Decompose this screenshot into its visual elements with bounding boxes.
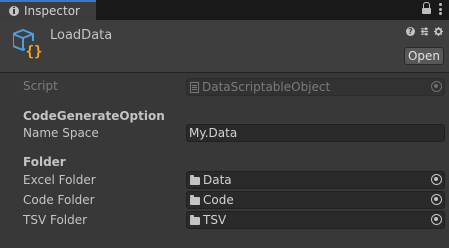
object-picker-icon [431, 81, 442, 92]
svg-text:{}: {} [26, 44, 43, 60]
name-space-input[interactable]: My.Data [186, 124, 445, 142]
section-code-generate-option: CodeGenerateOption [23, 109, 165, 123]
tab-inspector[interactable]: Inspector [0, 0, 96, 20]
tab-actions [422, 2, 443, 16]
name-space-value: My.Data [189, 126, 238, 140]
info-icon [9, 6, 19, 16]
excel-folder-label: Excel Folder [23, 173, 96, 187]
excel-folder-field[interactable]: Data [186, 171, 445, 189]
inspector-header: {} LoadData ? Open [0, 20, 449, 72]
folder-icon [190, 194, 200, 205]
more-icon[interactable] [439, 2, 443, 16]
object-picker-icon[interactable] [431, 194, 442, 205]
tab-bar: Inspector [0, 0, 449, 20]
name-space-label: Name Space [23, 126, 99, 140]
lock-icon[interactable] [422, 2, 431, 15]
header-actions: ? [406, 27, 443, 36]
open-button[interactable]: Open [404, 47, 444, 65]
code-folder-label: Code Folder [23, 193, 95, 207]
code-folder-field[interactable]: Code [186, 191, 445, 209]
script-icon [190, 81, 199, 93]
asset-name: LoadData [50, 28, 113, 43]
tsv-folder-label: TSV Folder [23, 213, 88, 227]
tsv-folder-value: TSV [203, 213, 227, 227]
script-field: DataScriptableObject [186, 78, 445, 96]
excel-folder-value: Data [203, 173, 232, 187]
script-value: DataScriptableObject [202, 80, 331, 94]
object-picker-icon[interactable] [431, 214, 442, 225]
header-divider [0, 72, 449, 73]
excel-folder-row: Excel Folder Data [0, 171, 449, 191]
tsv-folder-field[interactable]: TSV [186, 211, 445, 229]
script-label: Script [23, 79, 58, 93]
tab-label: Inspector [24, 4, 80, 18]
folder-icon [190, 214, 200, 225]
section-folder: Folder [23, 155, 66, 169]
presets-icon[interactable] [420, 27, 429, 36]
name-space-row: Name Space My.Data [0, 124, 449, 144]
code-folder-row: Code Folder Code [0, 191, 449, 211]
folder-icon [190, 174, 200, 185]
tsv-folder-row: TSV Folder TSV [0, 211, 449, 231]
help-icon[interactable]: ? [406, 27, 415, 36]
code-folder-value: Code [203, 193, 234, 207]
object-picker-icon[interactable] [431, 174, 442, 185]
settings-icon[interactable] [434, 27, 443, 36]
script-row: Script DataScriptableObject [0, 77, 449, 97]
scriptable-object-icon: {} [13, 29, 43, 60]
